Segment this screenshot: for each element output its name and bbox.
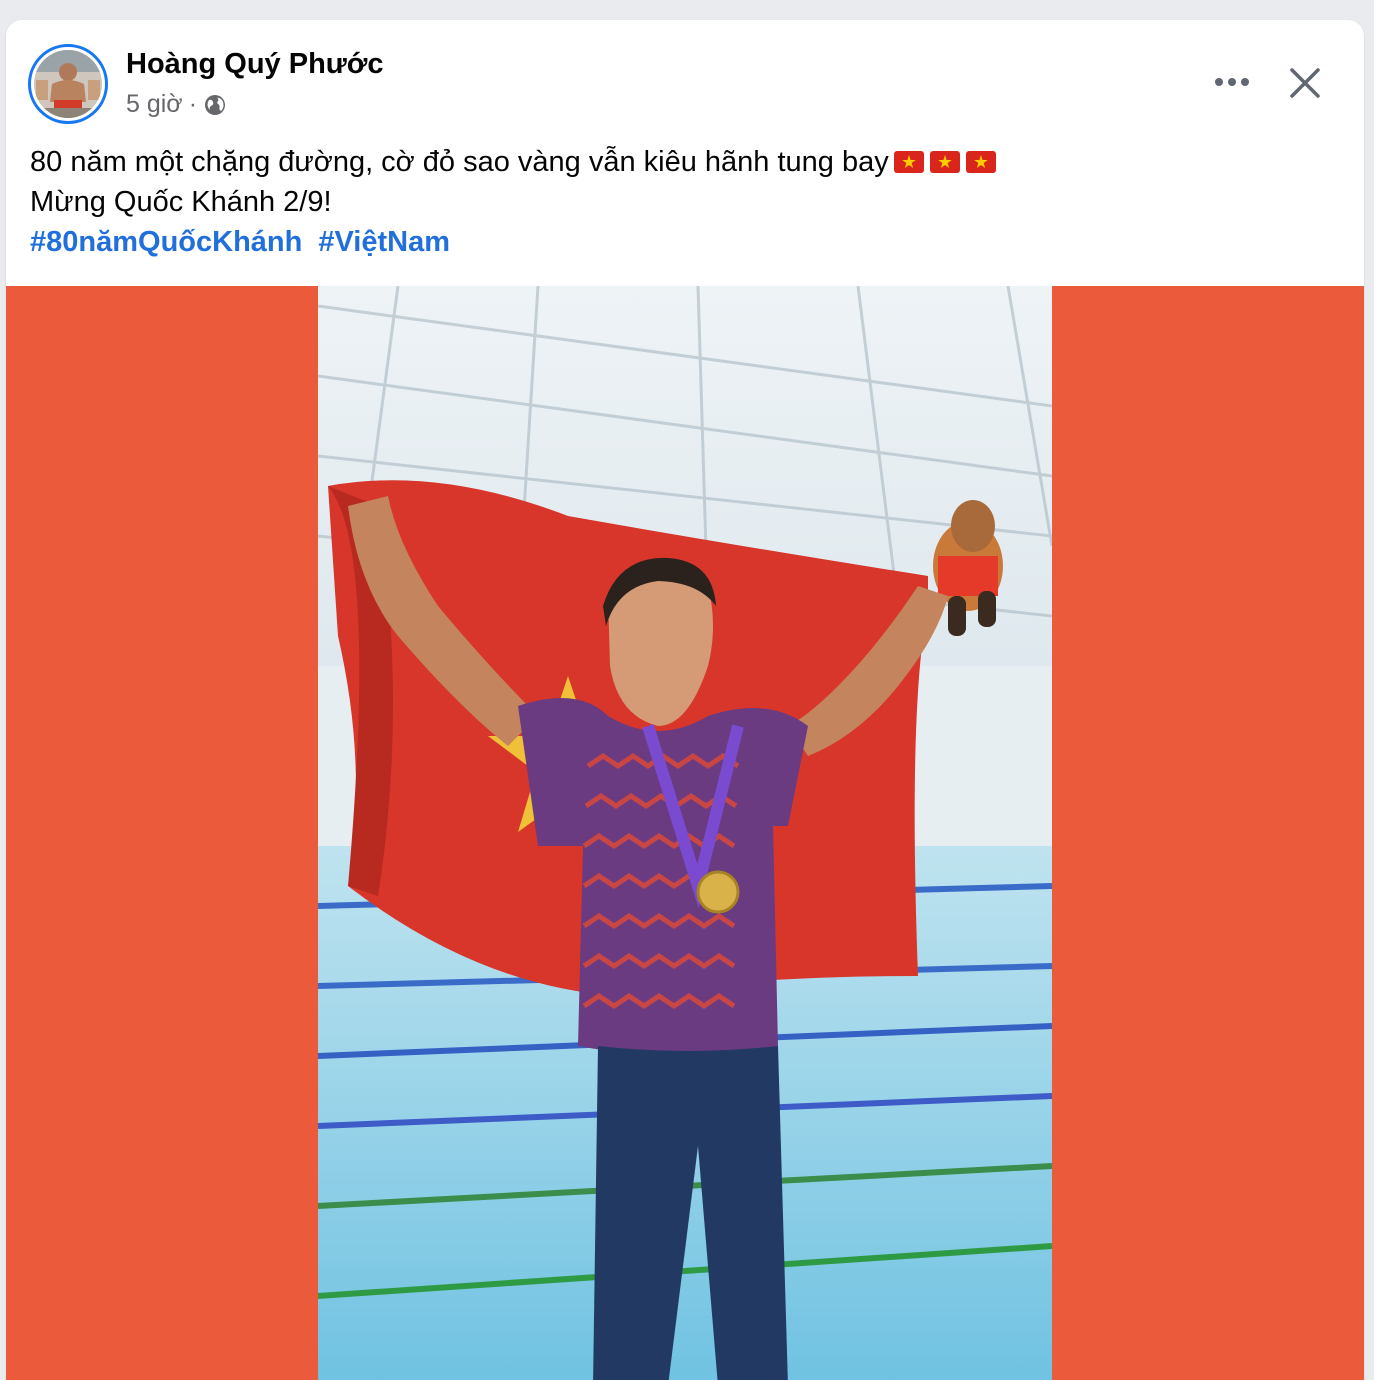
post-card: Hoàng Quý Phước 5 giờ · 80 năm một chặng… — [6, 20, 1364, 1380]
hashtag-line: #80nămQuốcKhánh #ViệtNam — [30, 222, 1340, 262]
post-caption: 80 năm một chặng đường, cờ đỏ sao vàng v… — [30, 146, 889, 178]
hashtag-link[interactable]: #80nămQuốcKhánh — [30, 222, 302, 262]
post-text-line-1: 80 năm một chặng đường, cờ đỏ sao vàng v… — [30, 142, 1340, 182]
flag-vietnam-emoji — [893, 149, 925, 175]
close-button[interactable] — [1276, 54, 1334, 112]
profile-avatar-ring[interactable] — [28, 44, 108, 124]
post-greeting: Mừng Quốc Khánh 2/9! — [30, 186, 332, 218]
more-options-button[interactable] — [1202, 60, 1262, 104]
post-text: 80 năm một chặng đường, cờ đỏ sao vàng v… — [30, 142, 1340, 262]
meta-separator: · — [188, 90, 198, 118]
close-icon — [1290, 68, 1320, 98]
post-text-line-2: Mừng Quốc Khánh 2/9! — [30, 182, 1340, 222]
flag-vietnam-emoji — [965, 149, 997, 175]
globe-icon[interactable] — [203, 93, 227, 117]
post-photo[interactable] — [318, 286, 1052, 1380]
hashtag-link[interactable]: #ViệtNam — [318, 222, 450, 262]
post-timestamp[interactable]: 5 giờ — [126, 90, 183, 119]
avatar[interactable] — [34, 50, 102, 118]
post-meta: 5 giờ · — [126, 90, 227, 119]
author-name[interactable]: Hoàng Quý Phước — [126, 48, 384, 81]
post-media[interactable] — [6, 286, 1364, 1380]
more-horizontal-icon — [1215, 78, 1249, 86]
flag-vietnam-emoji — [929, 149, 961, 175]
